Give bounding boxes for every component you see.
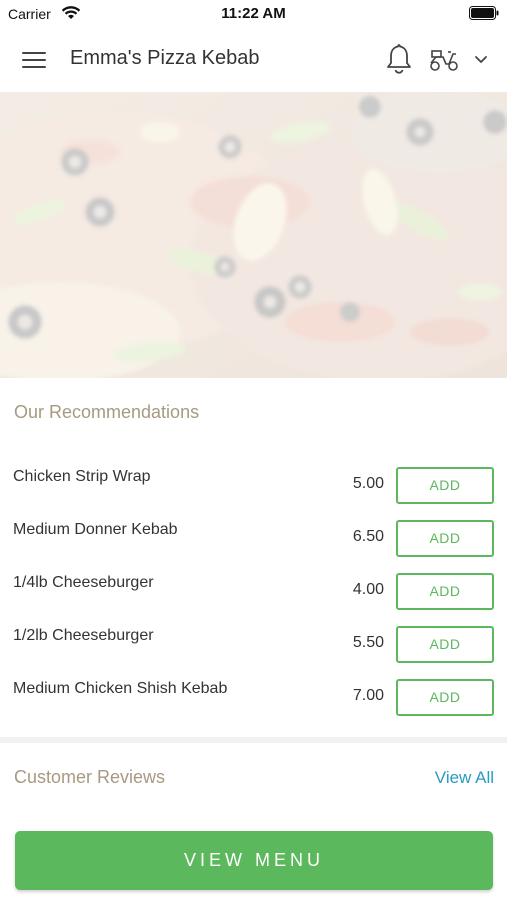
delivery-scooter-icon bbox=[430, 50, 458, 71]
app-title: Emma's Pizza Kebab bbox=[70, 47, 260, 69]
add-button[interactable]: ADD bbox=[396, 467, 494, 504]
delivery-mode-selector[interactable] bbox=[428, 44, 492, 76]
item-price: 7.00 bbox=[352, 687, 384, 704]
item-price: 6.50 bbox=[352, 528, 384, 545]
view-menu-button[interactable]: VIEW MENU bbox=[15, 831, 493, 890]
pizza-image bbox=[0, 92, 507, 378]
list-item: 1/2lb Cheeseburger 5.50 ADD bbox=[0, 619, 507, 672]
item-name: Medium Donner Kebab bbox=[13, 521, 178, 538]
view-all-link[interactable]: View All bbox=[435, 768, 494, 788]
add-button[interactable]: ADD bbox=[396, 573, 494, 610]
list-item: Medium Donner Kebab 6.50 ADD bbox=[0, 513, 507, 566]
item-price: 4.00 bbox=[352, 581, 384, 598]
bell-icon[interactable] bbox=[383, 42, 415, 76]
item-price: 5.00 bbox=[352, 475, 384, 492]
recommendations-title: Our Recommendations bbox=[14, 402, 200, 422]
item-name: 1/4lb Cheeseburger bbox=[13, 574, 154, 591]
section-divider bbox=[0, 737, 507, 743]
list-item: 1/4lb Cheeseburger 4.00 ADD bbox=[0, 566, 507, 619]
hero-banner bbox=[0, 92, 507, 378]
battery-icon bbox=[469, 6, 499, 20]
list-item: Chicken Strip Wrap 5.00 ADD bbox=[0, 460, 507, 513]
add-button[interactable]: ADD bbox=[396, 679, 494, 716]
clock: 11:22 AM bbox=[221, 5, 286, 22]
recommendations-list: Chicken Strip Wrap 5.00 ADD Medium Donne… bbox=[0, 460, 507, 725]
item-price: 5.50 bbox=[352, 634, 384, 651]
status-bar: Carrier 11:22 AM bbox=[0, 0, 507, 28]
menu-button[interactable] bbox=[16, 46, 54, 74]
add-button[interactable]: ADD bbox=[396, 520, 494, 557]
list-item: Medium Chicken Shish Kebab 7.00 ADD bbox=[0, 672, 507, 725]
menu-icon bbox=[22, 52, 46, 54]
reviews-title: Customer Reviews bbox=[14, 767, 166, 787]
chevron-down-icon bbox=[475, 56, 487, 63]
app-header: Emma's Pizza Kebab bbox=[0, 28, 507, 92]
item-name: 1/2lb Cheeseburger bbox=[13, 627, 154, 644]
item-name: Medium Chicken Shish Kebab bbox=[13, 680, 228, 697]
add-button[interactable]: ADD bbox=[396, 626, 494, 663]
item-name: Chicken Strip Wrap bbox=[13, 468, 151, 485]
